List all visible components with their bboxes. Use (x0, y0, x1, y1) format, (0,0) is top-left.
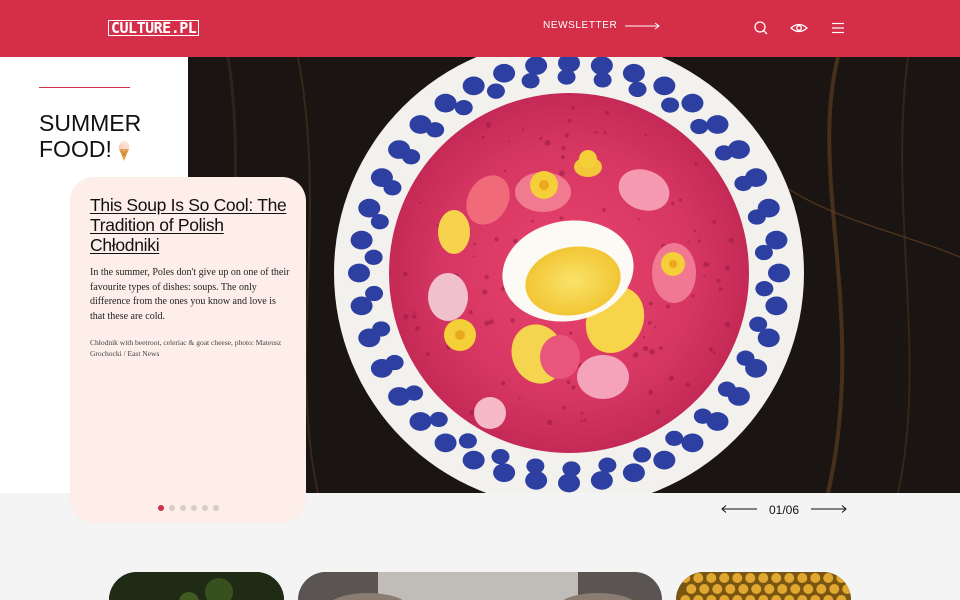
newsletter-link[interactable]: NEWSLETTER (543, 20, 661, 31)
slide-dot[interactable] (169, 505, 175, 511)
arrow-left-icon[interactable] (720, 504, 757, 514)
accent-divider (39, 87, 130, 88)
site-header: CULTURE.PL NEWSLETTER (0, 0, 960, 57)
slider-pager: 01/06 (720, 503, 848, 519)
menu-icon[interactable] (830, 20, 846, 36)
article-thumbnail[interactable] (298, 572, 662, 600)
article-thumbnail[interactable] (676, 572, 851, 600)
section-title: SUMMER FOOD! (39, 110, 179, 162)
slide-counter: 01/06 (769, 503, 800, 517)
thumbnail-image (676, 572, 851, 600)
slide-dot[interactable] (202, 505, 208, 511)
arrow-right-icon[interactable] (811, 504, 848, 514)
slide-dots (158, 505, 219, 511)
section-title-line2: FOOD! (39, 136, 112, 162)
newsletter-label: NEWSLETTER (543, 20, 618, 31)
article-thumbnail[interactable] (109, 572, 284, 600)
photo-caption: Chłodnik with beetroot, celeriac & goat … (90, 338, 282, 358)
slide-dot[interactable] (191, 505, 197, 511)
slide-dot[interactable] (213, 505, 219, 511)
site-logo[interactable]: CULTURE.PL (108, 19, 200, 37)
thumbnail-image (298, 572, 662, 600)
logo-text: CULTURE.PL (108, 20, 200, 36)
article-title-link[interactable]: This Soup Is So Cool: The Tradition of P… (90, 195, 290, 255)
article-description: In the summer, Poles don't give up on on… (90, 267, 290, 322)
section-title-line2-wrap: FOOD! (39, 136, 179, 162)
ice-cream-icon (118, 140, 130, 161)
arrow-right-icon (625, 22, 661, 29)
search-icon[interactable] (753, 20, 769, 36)
article-card[interactable]: This Soup Is So Cool: The Tradition of P… (70, 177, 306, 523)
section-title-line1: SUMMER (39, 110, 142, 136)
slide-dot[interactable] (158, 505, 164, 511)
eye-icon[interactable] (790, 20, 808, 36)
thumbnail-image (109, 572, 284, 600)
slide-dot[interactable] (180, 505, 186, 511)
